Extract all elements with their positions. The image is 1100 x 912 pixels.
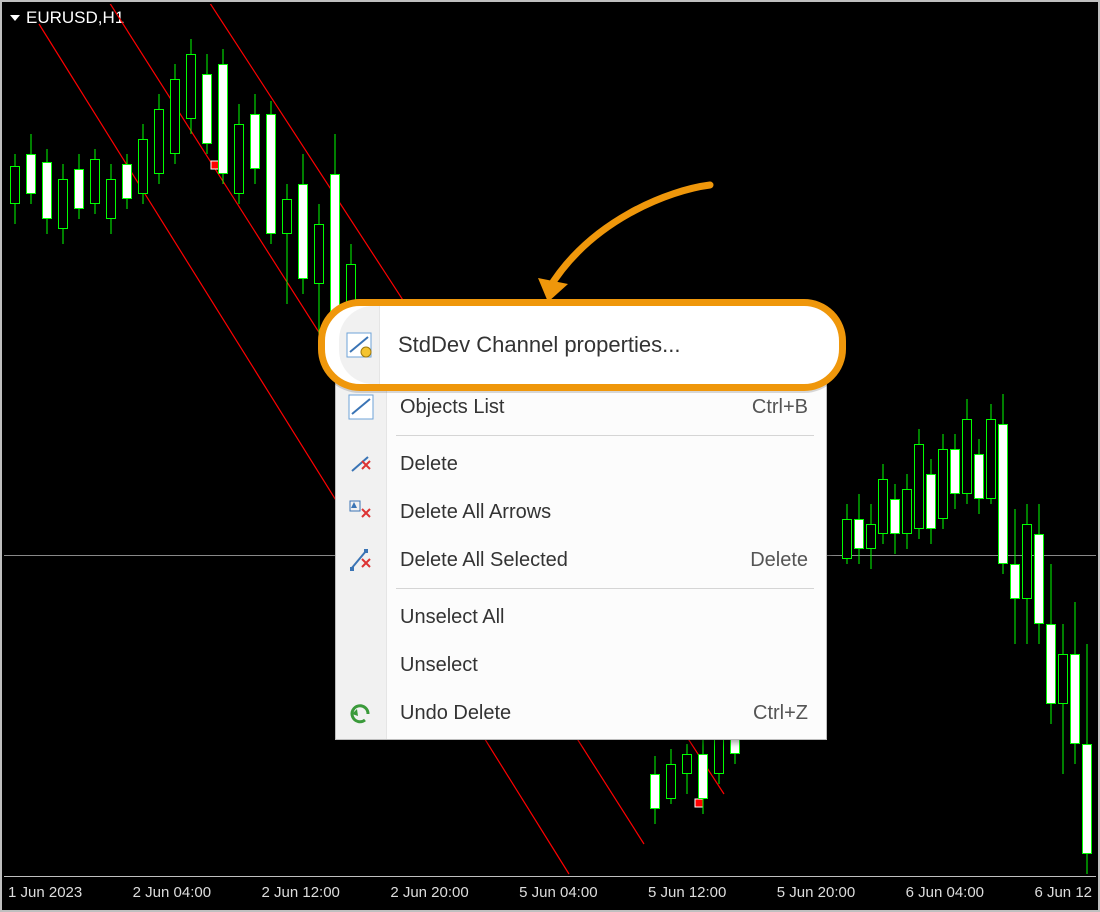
menu-item-shortcut: Delete <box>750 549 808 572</box>
time-axis-label: 5 Jun 04:00 <box>519 884 597 901</box>
menu-item-label: Unselect All <box>400 606 505 629</box>
time-axis-label: 2 Jun 04:00 <box>133 884 211 901</box>
menu-item[interactable]: Delete All Selected Delete <box>336 536 826 584</box>
menu-separator <box>396 435 814 436</box>
channel-icon <box>348 394 374 420</box>
time-axis: 1 Jun 2023 2 Jun 04:00 2 Jun 12:00 2 Jun 20… <box>4 876 1096 908</box>
menu-item[interactable]: Undo Delete Ctrl+Z <box>336 689 826 737</box>
menu-item[interactable]: Unselect <box>336 641 826 689</box>
undo-icon <box>348 700 374 726</box>
menu-item-shortcut: Ctrl+B <box>752 396 808 419</box>
menu-item[interactable]: Delete All Arrows <box>336 488 826 536</box>
time-axis-label: 6 Jun 04:00 <box>906 884 984 901</box>
menu-item-shortcut: Ctrl+Z <box>753 702 808 725</box>
menu-item-label: Delete All Arrows <box>400 501 551 524</box>
time-axis-label: 2 Jun 12:00 <box>261 884 339 901</box>
channel-gear-icon <box>346 332 372 358</box>
time-axis-label: 2 Jun 20:00 <box>390 884 468 901</box>
menu-item-label: Delete All Selected <box>400 549 568 572</box>
delete-selected-icon <box>348 547 374 573</box>
time-axis-label: 5 Jun 12:00 <box>648 884 726 901</box>
menu-item-label: Unselect <box>400 654 478 677</box>
menu-item-label: Undo Delete <box>400 702 511 725</box>
time-axis-label: 6 Jun 12 <box>1034 884 1092 901</box>
menu-item-stddev-properties-label[interactable]: StdDev Channel properties... <box>398 332 681 358</box>
menu-item-label: Delete <box>400 453 458 476</box>
time-axis-label: 1 Jun 2023 <box>8 884 82 901</box>
menu-item[interactable]: Unselect All <box>336 593 826 641</box>
highlight-callout: StdDev Channel properties... <box>318 299 846 391</box>
time-axis-label: 5 Jun 20:00 <box>777 884 855 901</box>
delete-arrows-icon <box>348 499 374 525</box>
menu-item-label: Objects List <box>400 396 504 419</box>
menu-separator <box>396 588 814 589</box>
menu-item[interactable]: Delete <box>336 440 826 488</box>
delete-line-icon <box>348 451 374 477</box>
